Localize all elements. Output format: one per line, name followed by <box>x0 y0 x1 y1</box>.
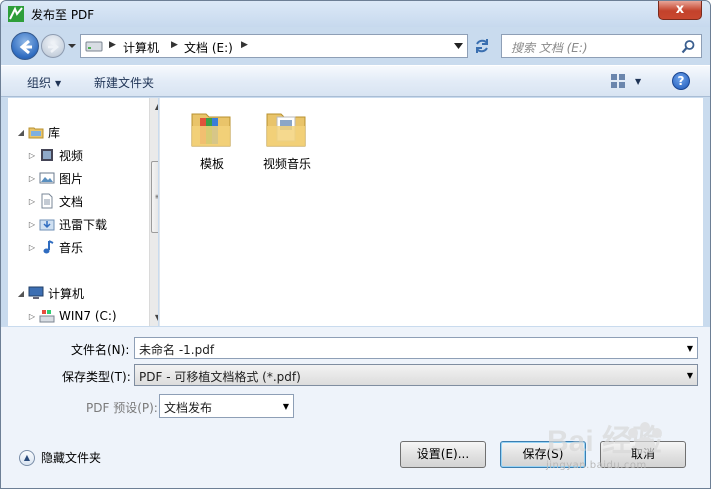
chevron-down-icon[interactable] <box>454 43 463 49</box>
tree-collapsed-icon[interactable]: ▷ <box>27 312 37 321</box>
tree-collapsed-icon[interactable]: ▷ <box>27 243 37 252</box>
filename-label: 文件名(N): <box>71 343 130 357</box>
music-note-icon <box>43 240 54 254</box>
search-placeholder: 搜索 文档 (E:) <box>511 41 588 55</box>
back-button[interactable] <box>11 32 39 60</box>
chevron-down-icon[interactable]: ▼ <box>283 402 289 411</box>
app-logo-icon <box>8 6 24 22</box>
video-icon <box>41 149 53 161</box>
forward-arrow-icon <box>48 41 59 53</box>
refresh-icon[interactable] <box>471 35 493 57</box>
chevron-down-icon: ▼ <box>55 79 62 88</box>
preset-value: 文档发布 <box>164 401 213 415</box>
search-input[interactable]: 搜索 文档 (E:) <box>501 34 702 58</box>
tree-collapsed-icon[interactable]: ▷ <box>27 151 37 160</box>
nav-scrollbar[interactable]: ▲ ≡ ▼ <box>149 98 158 326</box>
history-dropdown-icon[interactable] <box>67 41 77 51</box>
title-bar[interactable]: 发布至 PDF x <box>1 1 710 27</box>
window-title: 发布至 PDF <box>31 8 95 22</box>
navigation-pane: ◢ 库 ▷ 视频 ▷ 图片 ▷ 文档 ▷ 迅雷下载 ▷ 音乐 ◢ 计算机 ▷ W… <box>8 98 158 326</box>
tree-item-documents[interactable]: ▷ 文档 <box>27 191 83 211</box>
breadcrumb-drive-e[interactable]: 文档 (E:) <box>184 39 233 56</box>
document-icon <box>41 193 53 209</box>
scroll-down-icon[interactable]: ▼ <box>150 309 158 326</box>
folder-icon <box>266 113 306 147</box>
forward-button[interactable] <box>41 34 65 58</box>
computer-icon <box>28 286 44 299</box>
breadcrumb-separator-icon[interactable]: ▶ <box>171 40 178 50</box>
folder-templates[interactable]: 模板 <box>176 104 248 172</box>
system-drive-icon <box>39 310 55 323</box>
filename-value: 未命名 -1.pdf <box>139 343 215 357</box>
folder-video-music[interactable]: 视频音乐 <box>251 104 323 172</box>
address-bar[interactable]: ▶ 计算机 ▶ 文档 (E:) ▶ <box>80 34 468 58</box>
organize-label: 组织 <box>27 76 52 90</box>
file-list[interactable]: 模板 视频音乐 <box>159 98 703 326</box>
scrollbar-thumb[interactable]: ≡ <box>151 161 158 233</box>
folder-icon <box>191 113 231 147</box>
save-dialog: 发布至 PDF x ▶ 计算机 ▶ 文档 (E:) ▶ 搜索 文档 (E:) 组… <box>0 0 711 489</box>
tree-item-drive-c[interactable]: ▷ WIN7 (C:) <box>27 306 117 326</box>
breadcrumb-separator-icon[interactable]: ▶ <box>109 40 116 50</box>
back-arrow-icon <box>19 39 32 55</box>
tree-expanded-icon[interactable]: ◢ <box>16 289 26 298</box>
navigation-row: ▶ 计算机 ▶ 文档 (E:) ▶ 搜索 文档 (E:) <box>1 29 710 63</box>
preset-select[interactable]: 文档发布 ▼ <box>159 394 294 418</box>
download-folder-icon <box>39 219 55 231</box>
tree-collapsed-icon[interactable]: ▷ <box>27 197 37 206</box>
library-folder-icon <box>28 127 44 139</box>
filetype-select[interactable]: PDF - 可移植文档格式 (*.pdf) ▼ <box>134 364 698 386</box>
filetype-label: 保存类型(T): <box>62 370 131 384</box>
filename-input[interactable]: 未命名 -1.pdf ▼ <box>134 337 698 359</box>
command-toolbar: 组织 ▼ 新建文件夹 ▼ ? <box>1 65 710 97</box>
help-icon[interactable]: ? <box>672 72 690 90</box>
picture-icon <box>39 172 55 184</box>
tree-item-thunder-downloads[interactable]: ▷ 迅雷下载 <box>27 214 107 234</box>
view-options-icon[interactable] <box>610 73 626 89</box>
drive-icon <box>85 41 103 52</box>
chevron-down-icon[interactable]: ▼ <box>687 344 693 353</box>
filetype-value: PDF - 可移植文档格式 (*.pdf) <box>139 370 301 384</box>
breadcrumb-computer[interactable]: 计算机 <box>123 39 159 56</box>
watermark-url: jingyan.baidu.com <box>546 460 647 471</box>
tree-expanded-icon[interactable]: ◢ <box>16 128 26 137</box>
tree-item-music[interactable]: ▷ 音乐 <box>27 237 83 257</box>
breadcrumb-separator-icon[interactable]: ▶ <box>241 40 248 50</box>
tree-collapsed-icon[interactable]: ▷ <box>27 220 37 229</box>
new-folder-button[interactable]: 新建文件夹 <box>94 74 154 91</box>
tree-item-videos[interactable]: ▷ 视频 <box>27 145 83 165</box>
chevron-down-icon[interactable]: ▼ <box>687 371 693 380</box>
organize-button[interactable]: 组织 ▼ <box>27 74 61 91</box>
preset-label: PDF 预设(P): <box>86 401 158 415</box>
chevron-up-icon: ▲ <box>19 449 35 466</box>
tree-collapsed-icon[interactable]: ▷ <box>27 174 37 183</box>
close-button[interactable]: x <box>658 1 702 20</box>
tree-item-library[interactable]: ◢ 库 <box>16 122 60 142</box>
view-dropdown-icon[interactable]: ▼ <box>635 77 641 86</box>
search-icon[interactable] <box>681 39 696 54</box>
settings-button[interactable]: 设置(E)... <box>400 441 486 468</box>
hide-folders-toggle[interactable]: ▲ 隐藏文件夹 <box>19 449 101 466</box>
tree-item-pictures[interactable]: ▷ 图片 <box>27 168 83 188</box>
scroll-up-icon[interactable]: ▲ <box>150 98 158 115</box>
tree-item-computer[interactable]: ◢ 计算机 <box>16 283 84 303</box>
